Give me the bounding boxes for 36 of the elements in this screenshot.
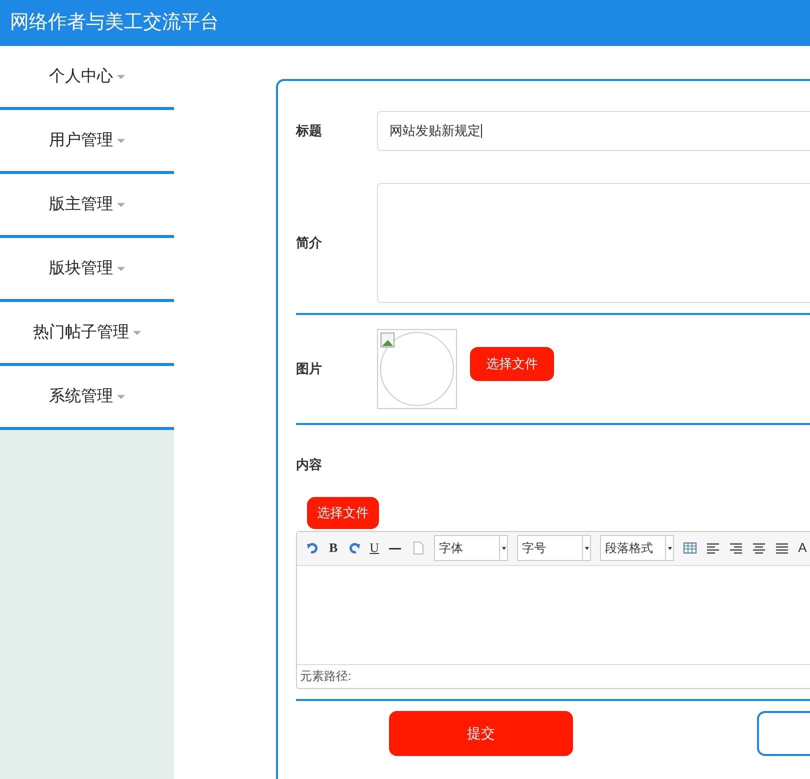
- caret-icon: [117, 266, 125, 270]
- choose-file-button[interactable]: 选择文件: [470, 347, 554, 381]
- sidebar-item[interactable]: 个人中心: [0, 46, 174, 110]
- bold-button[interactable]: B: [329, 538, 338, 558]
- submit-button[interactable]: 提交: [389, 710, 573, 756]
- choose-file-button[interactable]: 选择文件: [307, 496, 379, 528]
- element-path: 元素路径:: [300, 668, 352, 685]
- redo-icon[interactable]: [346, 541, 361, 555]
- caret-icon: [117, 138, 125, 142]
- caret-icon: [117, 394, 125, 398]
- caret-icon: [117, 202, 125, 206]
- font-color-button[interactable]: A: [798, 538, 807, 558]
- align-justify-icon[interactable]: [775, 541, 790, 555]
- align-right-icon[interactable]: [729, 541, 744, 555]
- sidebar-item[interactable]: 系统管理: [0, 366, 174, 430]
- align-left-icon[interactable]: [706, 541, 720, 555]
- toolbar-dropdown[interactable]: 段落格式: [600, 535, 674, 561]
- sidebar-item[interactable]: 用户管理: [0, 110, 174, 174]
- toolbar-dropdown[interactable]: 字号: [517, 535, 592, 561]
- sidebar-item[interactable]: 版主管理: [0, 174, 174, 238]
- sidebar-item[interactable]: 版块管理: [0, 238, 174, 302]
- undo-icon[interactable]: [306, 541, 320, 555]
- toolbar-dropdown[interactable]: 字体: [434, 535, 508, 561]
- app-title: 网络作者与美工交流平台: [10, 10, 219, 35]
- caret-icon: [133, 330, 141, 334]
- field-label: 图片: [296, 360, 323, 378]
- align-center-icon[interactable]: [752, 541, 766, 555]
- field-label: 标题: [296, 122, 323, 140]
- field-label: 简介: [296, 234, 323, 252]
- field-label: 内容: [296, 456, 323, 474]
- sidebar-item[interactable]: 热门帖子管理: [0, 302, 174, 366]
- title-input[interactable]: 网站发贴新规定: [376, 111, 810, 151]
- broken-image-icon: [380, 332, 396, 348]
- underline-button[interactable]: U: [370, 538, 380, 558]
- caret-icon: [117, 74, 125, 78]
- table-icon[interactable]: [683, 541, 698, 555]
